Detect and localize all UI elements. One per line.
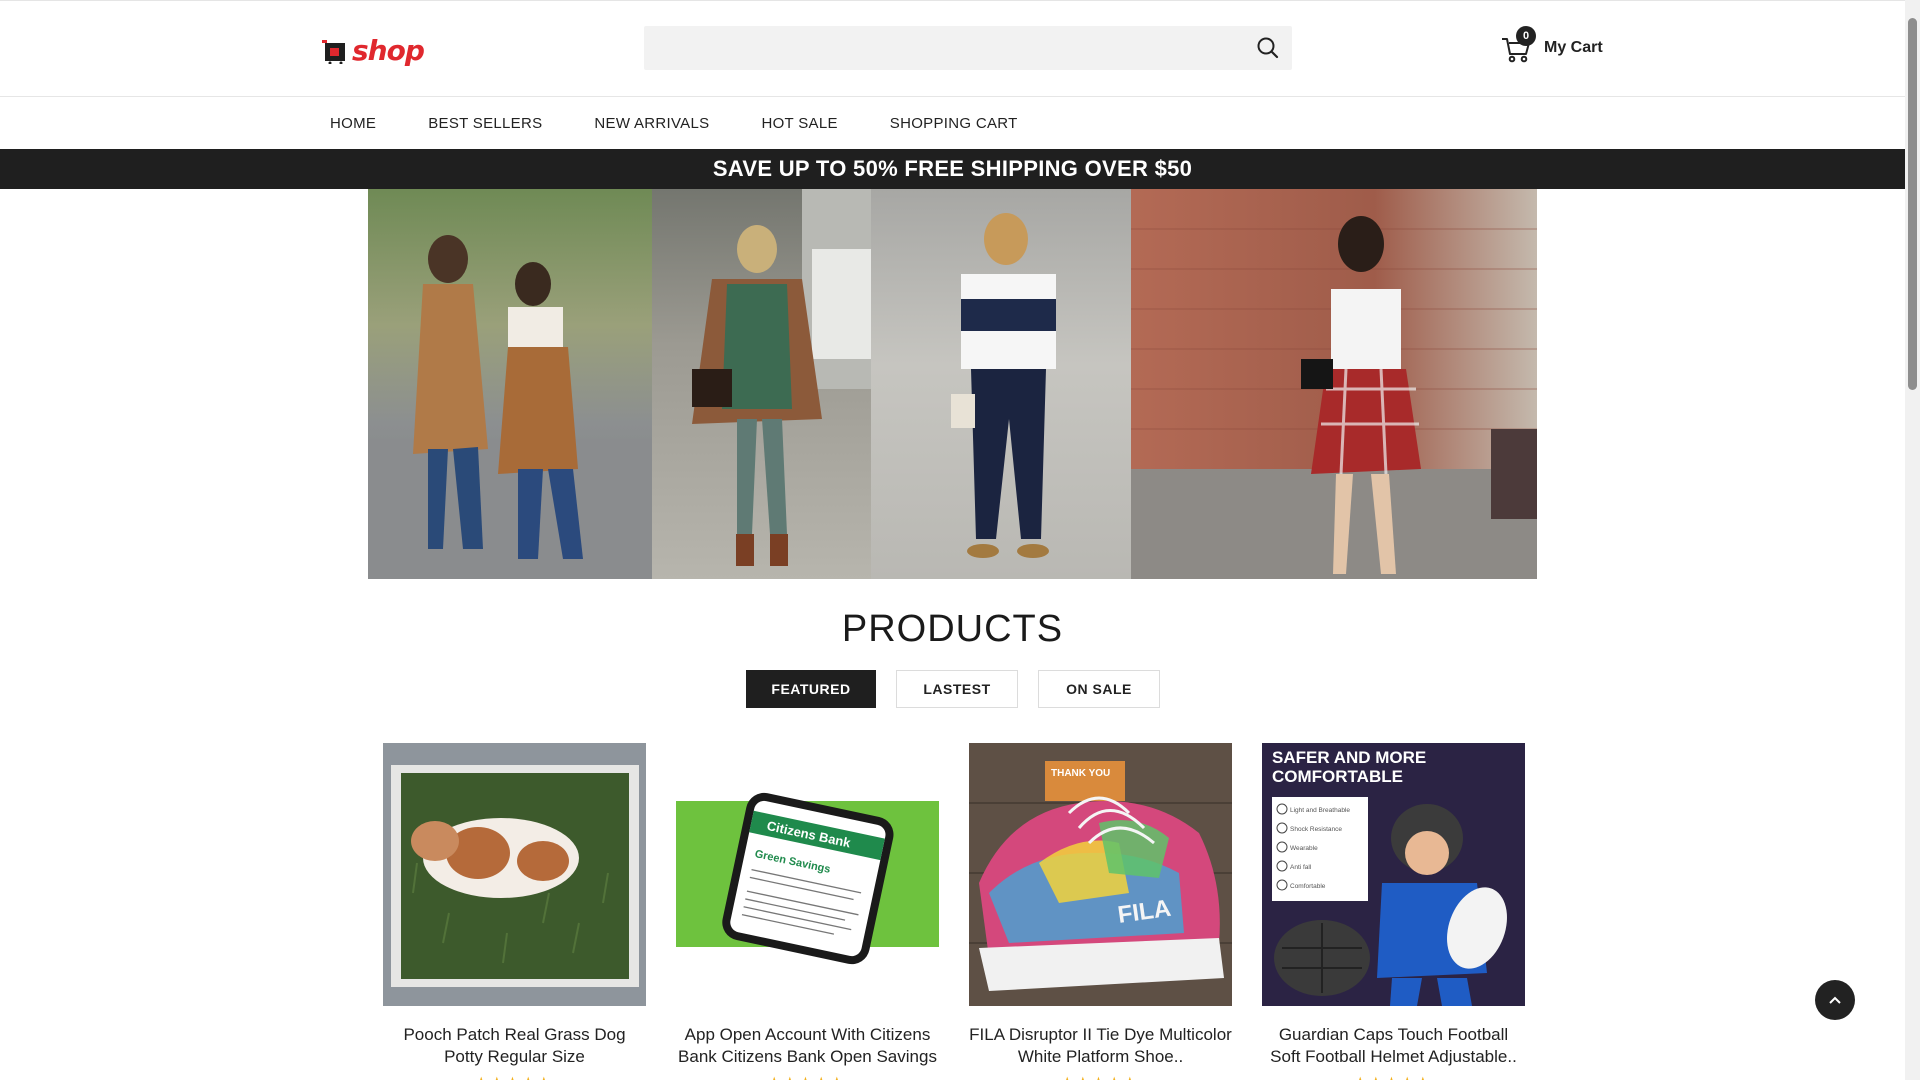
helmet-headline-2: COMFORTABLE xyxy=(1272,767,1403,786)
helmet-feature: Wearable xyxy=(1290,845,1318,852)
product-title[interactable]: App Open Account With Citizens Bank Citi… xyxy=(676,1024,939,1068)
search-bar xyxy=(644,26,1292,70)
hero-photo-1 xyxy=(368,189,652,579)
cart-link[interactable]: 0 My Cart xyxy=(1500,26,1603,68)
product-rating: ★★★★★ xyxy=(1262,1074,1525,1080)
search-input[interactable] xyxy=(644,26,1266,70)
hero-photo-4 xyxy=(1131,189,1537,579)
search-button[interactable] xyxy=(1254,34,1282,62)
product-image[interactable] xyxy=(383,743,646,1006)
product-rating: ★★★★★ xyxy=(676,1074,939,1080)
search-icon xyxy=(1257,37,1279,59)
hero-photo-3 xyxy=(871,189,1131,579)
tab-featured[interactable]: FEATURED xyxy=(746,670,876,708)
product-title[interactable]: Guardian Caps Touch Football Soft Footba… xyxy=(1262,1024,1525,1068)
main-nav: HOME BEST SELLERS NEW ARRIVALS HOT SALE … xyxy=(0,97,1905,149)
product-tabs: FEATURED LASTEST ON SALE xyxy=(746,670,1180,708)
nav-item-new-arrivals[interactable]: NEW ARRIVALS xyxy=(594,115,709,132)
product-title[interactable]: FILA Disruptor II Tie Dye Multicolor Whi… xyxy=(969,1024,1232,1068)
product-title[interactable]: Pooch Patch Real Grass Dog Potty Regular… xyxy=(383,1024,646,1068)
tab-lastest[interactable]: LASTEST xyxy=(896,670,1018,708)
nav-item-best-sellers[interactable]: BEST SELLERS xyxy=(428,115,542,132)
back-to-top-button[interactable] xyxy=(1815,980,1855,1020)
logo[interactable]: shop xyxy=(322,33,425,67)
helmet-feature: Light and Breathable xyxy=(1290,807,1350,814)
chevron-up-icon xyxy=(1829,996,1841,1004)
product-card[interactable]: SAFER AND MORE COMFORTABLE Light and Bre… xyxy=(1262,743,1525,1080)
helmet-feature: Comfortable xyxy=(1290,883,1326,890)
product-card[interactable]: THANK YOU FILA FILA Disruptor II Tie Dye… xyxy=(969,743,1232,1080)
helmet-headline-1: SAFER AND MORE xyxy=(1272,748,1426,767)
product-rating: ★★★★★ xyxy=(383,1074,646,1080)
product-image[interactable]: SAFER AND MORE COMFORTABLE Light and Bre… xyxy=(1262,743,1525,1006)
shopping-cart-icon: 0 xyxy=(1500,26,1536,64)
logo-text: shop xyxy=(352,33,425,67)
hero-banner[interactable] xyxy=(368,189,1537,579)
cart-logo-icon xyxy=(322,36,352,65)
tab-on-sale[interactable]: ON SALE xyxy=(1038,670,1160,708)
product-card[interactable]: Citizens Bank Green Savings App Open Acc… xyxy=(676,743,939,1080)
product-grid: Pooch Patch Real Grass Dog Potty Regular… xyxy=(383,743,1555,1080)
promo-banner: SAVE UP TO 50% FREE SHIPPING OVER $50 xyxy=(0,149,1905,189)
nav-item-home[interactable]: HOME xyxy=(330,115,376,132)
hero-photo-2 xyxy=(652,189,871,579)
nav-item-hot-sale[interactable]: HOT SALE xyxy=(761,115,837,132)
shoe-tag-text: THANK YOU xyxy=(1051,768,1110,779)
cart-count-badge: 0 xyxy=(1516,26,1536,46)
nav-item-shopping-cart[interactable]: SHOPPING CART xyxy=(890,115,1018,132)
product-card[interactable]: Pooch Patch Real Grass Dog Potty Regular… xyxy=(383,743,646,1080)
helmet-feature: Shock Resistance xyxy=(1290,826,1342,833)
product-image[interactable]: Citizens Bank Green Savings xyxy=(676,743,939,1006)
products-heading: PRODUCTS xyxy=(841,608,1064,650)
page: shop 0 My Cart HOME BEST SELLERS NEW ARR… xyxy=(0,0,1905,1080)
scrollbar-thumb[interactable] xyxy=(1908,18,1917,390)
helmet-feature: Anti fall xyxy=(1290,864,1312,871)
site-header: shop 0 My Cart xyxy=(0,1,1905,97)
cart-label: My Cart xyxy=(1544,39,1603,56)
product-rating: ★★★★★ xyxy=(969,1074,1232,1080)
product-image[interactable]: THANK YOU FILA xyxy=(969,743,1232,1006)
